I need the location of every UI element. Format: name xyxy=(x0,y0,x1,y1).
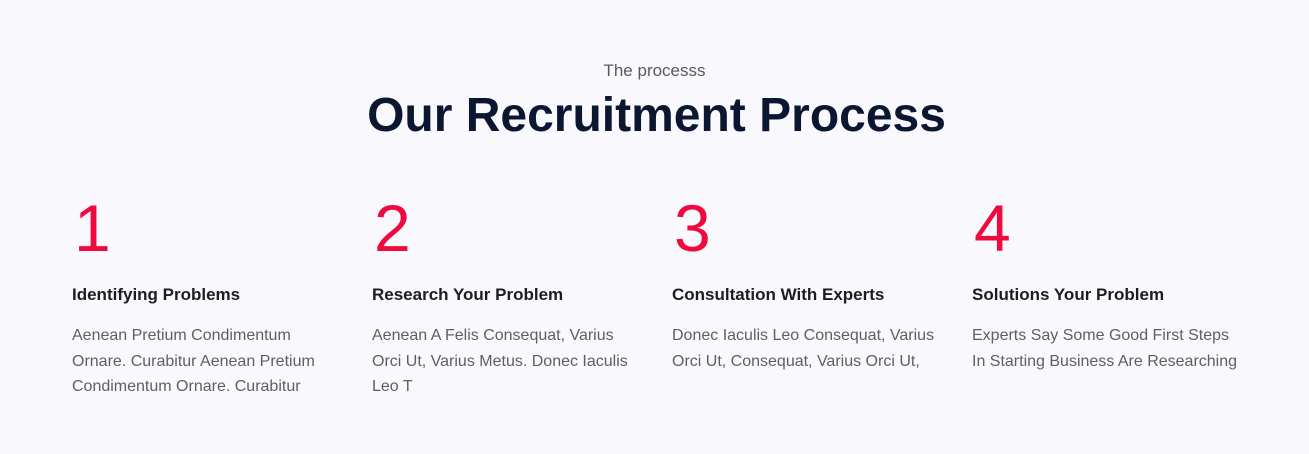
process-step-1: 1 Identifying Problems Aenean Pretium Co… xyxy=(72,190,352,400)
step-description: Aenean A Felis Consequat, Varius Orci Ut… xyxy=(372,327,628,395)
step-number: 3 xyxy=(674,191,711,265)
step-number: 1 xyxy=(74,191,111,265)
process-step-2: 2 Research Your Problem Aenean A Felis C… xyxy=(372,190,652,400)
step-description: Aenean Pretium Condimentum Ornare. Curab… xyxy=(72,327,315,395)
process-step-4: 4 Solutions Your Problem Experts Say Som… xyxy=(972,190,1252,374)
step-number: 4 xyxy=(974,191,1011,265)
step-title: Consultation With Experts xyxy=(672,285,885,304)
step-description: Donec Iaculis Leo Consequat, Varius Orci… xyxy=(672,327,935,370)
step-description: Experts Say Some Good First Steps In Sta… xyxy=(972,327,1238,370)
step-title: Identifying Problems xyxy=(72,285,241,304)
recruitment-process-section: The processs Our Recruitment Process 1 I… xyxy=(0,0,1309,454)
step-number: 2 xyxy=(374,191,411,265)
process-step-3: 3 Consultation With Experts Donec Iaculi… xyxy=(672,190,952,374)
section-eyebrow: The processs xyxy=(603,61,706,80)
step-title: Research Your Problem xyxy=(372,285,564,304)
section-title: Our Recruitment Process xyxy=(367,89,946,142)
step-title: Solutions Your Problem xyxy=(972,285,1165,304)
